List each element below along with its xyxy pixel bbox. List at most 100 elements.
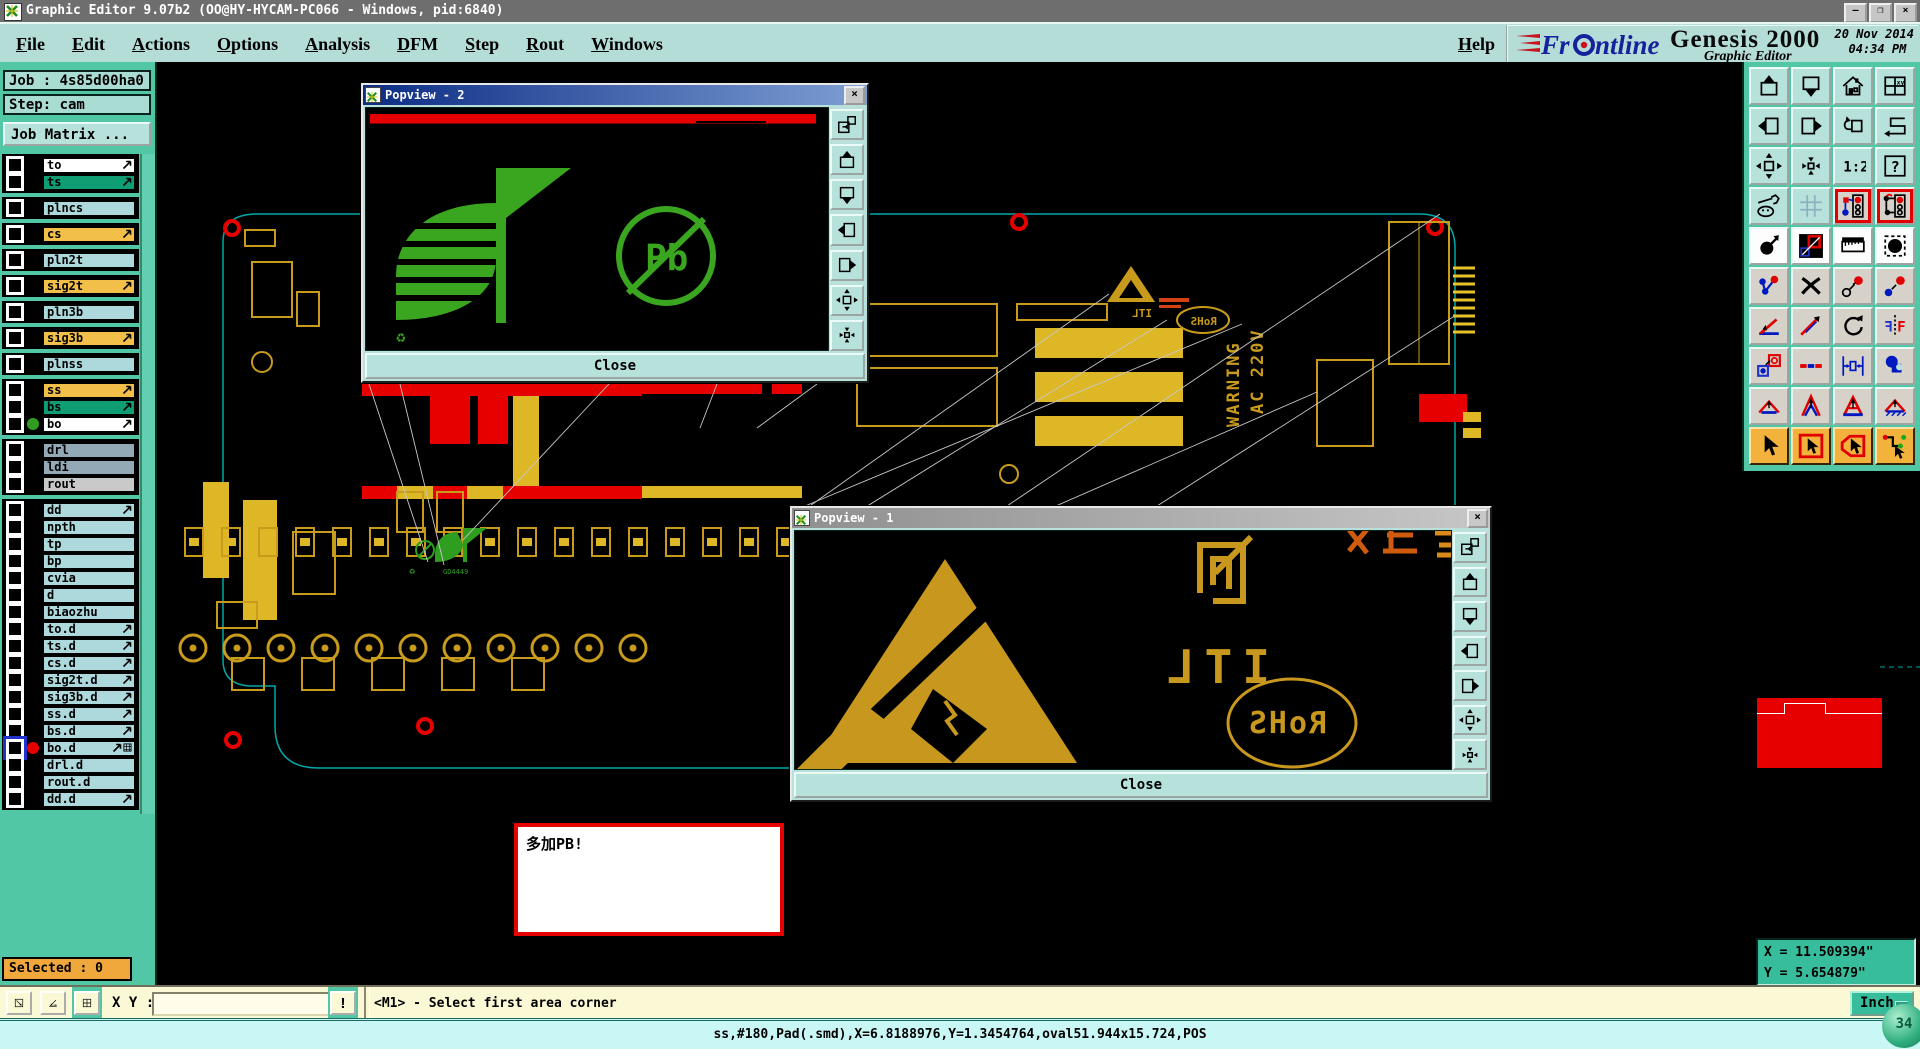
contour-a-button[interactable] (1749, 387, 1789, 425)
layer-row-bo[interactable]: bo (4, 415, 137, 433)
minimize-button[interactable]: — (1844, 3, 1867, 23)
menu-help[interactable]: Help (1458, 24, 1495, 64)
menu-rout[interactable]: Rout (526, 34, 564, 55)
pan-up-button[interactable] (1749, 67, 1789, 105)
layer-row-sig2t.d[interactable]: sig2t.d (4, 671, 137, 689)
popview-2-close-button[interactable]: Close (365, 353, 865, 379)
window-titlebar[interactable]: Graphic Editor 9.07b2 (OO@HY-HYCAM-PC066… (0, 0, 1920, 23)
layer-row-pln2t[interactable]: pln2t (4, 251, 137, 269)
measure-ruler-button[interactable] (1833, 227, 1873, 265)
popview-1-window[interactable]: Popview - 1 × ITL RoHS Close (790, 506, 1492, 802)
layer-label[interactable]: pln3b (43, 304, 135, 320)
menu-options[interactable]: Options (217, 34, 278, 55)
layer-label[interactable]: pln2t (43, 252, 135, 268)
delete-object-button[interactable] (1791, 267, 1831, 305)
layer-label[interactable]: sig2t.d (43, 672, 135, 688)
layer-visibility-checkbox[interactable] (6, 303, 24, 321)
layer-visibility-checkbox[interactable] (6, 620, 24, 638)
menu-step[interactable]: Step (465, 34, 499, 55)
stretch-line-button[interactable] (1791, 347, 1831, 385)
popview-2-titlebar[interactable]: Popview - 2 × (363, 85, 867, 105)
popview-2-viewport[interactable]: ♻ Pb (365, 107, 829, 351)
zoom-out-button[interactable] (1453, 739, 1487, 771)
pan-left-button[interactable] (1453, 635, 1487, 667)
layer-visibility-checkbox[interactable] (6, 773, 24, 791)
zoom-fit-button[interactable] (830, 284, 864, 316)
layer-row-bs[interactable]: bs (4, 398, 137, 416)
layer-visibility-checkbox[interactable] (6, 705, 24, 723)
setup-tools-button[interactable] (1749, 187, 1789, 225)
layer-visibility-checkbox[interactable] (6, 501, 24, 519)
mirror-object-button[interactable]: FF (1875, 307, 1915, 345)
menu-dfm[interactable]: DFM (397, 34, 438, 55)
net-view-a-button[interactable] (1833, 187, 1873, 225)
select-polygon-button[interactable] (1833, 427, 1873, 465)
measure-distance-button[interactable] (1791, 307, 1831, 345)
maximize-button[interactable]: ❐ (1869, 3, 1892, 23)
move-vertex-button[interactable] (1875, 267, 1915, 305)
layer-row-ts[interactable]: ts (4, 173, 137, 191)
layer-row-bo.d[interactable]: bo.d (3, 736, 137, 760)
layer-visibility-checkbox[interactable] (6, 156, 24, 174)
layer-visibility-checkbox[interactable] (6, 225, 24, 243)
job-matrix-button[interactable]: Job Matrix ... (3, 122, 151, 146)
layer-row-plncs[interactable]: plncs (4, 199, 137, 217)
layer-label[interactable]: rout (43, 476, 135, 492)
popview-2-window[interactable]: Popview - 2 × ♻ Close (361, 83, 869, 383)
layer-visibility-checkbox[interactable] (6, 441, 24, 459)
layer-visibility-checkbox[interactable] (6, 756, 24, 774)
menu-file[interactable]: File (16, 34, 45, 55)
layer-visibility-checkbox[interactable] (6, 415, 24, 433)
pan-down-button[interactable] (830, 179, 864, 211)
layer-visibility-checkbox[interactable] (6, 569, 24, 587)
execute-button[interactable]: ! (330, 991, 356, 1015)
layer-label[interactable]: dd (43, 502, 135, 518)
pan-up-button[interactable] (1453, 566, 1487, 598)
layer-visibility-checkbox[interactable] (6, 173, 24, 191)
route-mode-button[interactable] (1875, 427, 1915, 465)
select-frame-button[interactable] (1791, 427, 1831, 465)
layer-label[interactable]: ts (43, 174, 135, 190)
rotate-object-button[interactable] (1833, 307, 1873, 345)
zoom-previous-button[interactable] (1833, 107, 1873, 145)
layer-label[interactable]: biaozhu (43, 604, 135, 620)
layer-label[interactable]: ss.d (43, 706, 135, 722)
zoom-home-button[interactable] (1833, 67, 1873, 105)
layer-row-bs.d[interactable]: bs.d (4, 722, 137, 740)
zoom-1-2-button[interactable]: 1:2 (1833, 147, 1873, 185)
layer-visibility-checkbox[interactable] (6, 722, 24, 740)
layer-label[interactable]: cvia (43, 570, 135, 586)
contour-d-button[interactable] (1875, 387, 1915, 425)
select-cursor-button[interactable] (1749, 427, 1789, 465)
layer-label[interactable]: dd.d (43, 791, 135, 807)
layer-visibility-checkbox[interactable] (6, 586, 24, 604)
pan-right-button[interactable] (1791, 107, 1831, 145)
detach-view-button[interactable] (1453, 532, 1487, 563)
popview-1-viewport[interactable]: ITL RoHS RNING (794, 530, 1452, 770)
layer-label[interactable]: d (43, 587, 135, 603)
help-query-button[interactable]: ? (1875, 147, 1915, 185)
layer-label[interactable]: rout.d (43, 774, 135, 790)
layer-visibility-checkbox[interactable] (6, 381, 24, 399)
popview-1-titlebar[interactable]: Popview - 1 × (792, 508, 1490, 528)
zoom-out-button[interactable] (1791, 147, 1831, 185)
layer-row-cvia[interactable]: cvia (4, 569, 137, 587)
serpentine-route-button[interactable] (1875, 107, 1915, 145)
layer-visibility-checkbox[interactable] (6, 458, 24, 476)
layer-label[interactable]: plncs (43, 200, 135, 216)
layer-row-ldi[interactable]: ldi (4, 458, 137, 476)
popview-2-close-icon[interactable]: × (844, 85, 865, 105)
menu-actions[interactable]: Actions (132, 34, 190, 55)
layer-row-dd[interactable]: dd (4, 501, 137, 519)
layer-list-scrollbar[interactable] (140, 154, 155, 814)
layer-row-sig3b.d[interactable]: sig3b.d (4, 688, 137, 706)
zoom-out-button[interactable] (830, 319, 864, 351)
pan-left-button[interactable] (830, 214, 864, 246)
layer-row-d[interactable]: d (4, 586, 137, 604)
layer-visibility-checkbox[interactable] (6, 398, 24, 416)
select-pad-button[interactable] (1875, 227, 1915, 265)
layer-visibility-checkbox[interactable] (6, 603, 24, 621)
popview-1-close-button[interactable]: Close (794, 772, 1488, 798)
copy-pad-button[interactable] (1749, 347, 1789, 385)
layer-visibility-checkbox[interactable] (6, 535, 24, 553)
